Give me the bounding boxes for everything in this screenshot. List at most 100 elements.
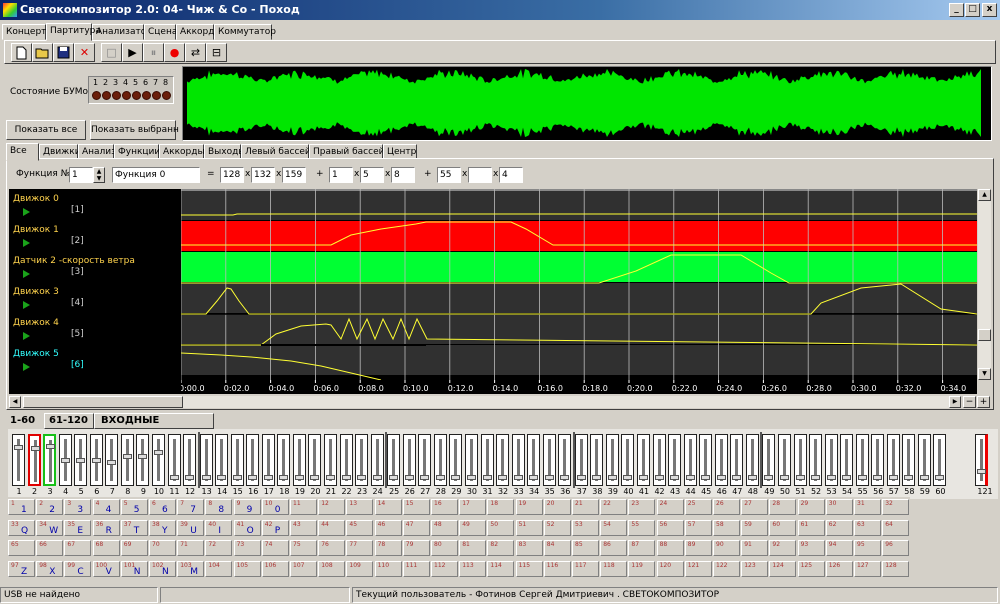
- fader-knob[interactable]: [716, 475, 726, 480]
- signal-key[interactable]: 34 W: [36, 519, 64, 536]
- signal-key[interactable]: 24: [656, 499, 684, 515]
- signal-key[interactable]: 65: [8, 540, 35, 556]
- signal-key[interactable]: 108: [318, 560, 346, 577]
- signal-key[interactable]: 36 R: [92, 519, 120, 536]
- signal-key[interactable]: 106: [261, 560, 289, 577]
- fader-knob[interactable]: [685, 475, 695, 480]
- fader-channel-49[interactable]: [762, 434, 776, 486]
- signal-key[interactable]: 10 0: [261, 499, 289, 515]
- fader-channel-24[interactable]: [370, 434, 384, 486]
- signal-key[interactable]: 103 M: [177, 560, 205, 577]
- save-icon[interactable]: [53, 43, 74, 62]
- fader-channel-54[interactable]: [840, 434, 854, 486]
- equalizer-icon[interactable]: ⊟: [206, 43, 227, 62]
- signal-key[interactable]: 82: [487, 540, 515, 556]
- fader-channel-39[interactable]: [605, 434, 619, 486]
- main-tab-1[interactable]: Партитура: [46, 23, 101, 41]
- motor-lane[interactable]: [181, 345, 977, 375]
- fader-knob[interactable]: [842, 475, 852, 480]
- signal-key[interactable]: 78: [374, 540, 402, 556]
- function-param-input[interactable]: 8: [391, 167, 415, 183]
- zoom-out-icon[interactable]: −: [963, 396, 976, 408]
- signal-key[interactable]: 33: [64, 499, 92, 515]
- fader-channel-50[interactable]: [777, 434, 791, 486]
- fader-knob[interactable]: [91, 458, 101, 463]
- scroll-down-arrow-icon[interactable]: ▼: [978, 368, 991, 380]
- fader-channel-35[interactable]: [542, 434, 556, 486]
- fader-channel-36[interactable]: [558, 434, 572, 486]
- motor-lane[interactable]: [181, 283, 977, 313]
- fader-channel-10[interactable]: [151, 434, 165, 486]
- motor-play-icon[interactable]: [23, 332, 30, 340]
- signal-key[interactable]: 73: [233, 540, 261, 556]
- signal-key[interactable]: 33 Q: [8, 519, 35, 536]
- close-button[interactable]: x: [982, 3, 997, 17]
- signal-key[interactable]: 20: [543, 499, 571, 515]
- show-selected-button[interactable]: Показать выбранн: [90, 120, 179, 140]
- signal-key[interactable]: 12: [318, 499, 346, 515]
- stop-icon[interactable]: □: [101, 43, 122, 62]
- show-all-button[interactable]: Показать все: [6, 120, 86, 140]
- fader-channel-59[interactable]: [917, 434, 931, 486]
- signal-key[interactable]: 64: [882, 519, 910, 536]
- zoom-in-icon[interactable]: +: [977, 396, 990, 408]
- signal-key[interactable]: 76: [318, 540, 346, 556]
- signal-key[interactable]: 27: [741, 499, 769, 515]
- signal-key[interactable]: 128: [882, 560, 910, 577]
- fader-channel-3[interactable]: [43, 434, 57, 486]
- signal-key[interactable]: 127: [854, 560, 881, 577]
- fader-channel-20[interactable]: [308, 434, 322, 486]
- fader-channel-44[interactable]: [683, 434, 697, 486]
- fader-knob[interactable]: [482, 475, 492, 480]
- fader-knob[interactable]: [919, 475, 929, 480]
- signal-key[interactable]: 53: [572, 519, 599, 536]
- fader-channel-27[interactable]: [418, 434, 432, 486]
- signal-key[interactable]: 62: [825, 519, 853, 536]
- signal-key[interactable]: 57: [684, 519, 712, 536]
- fader-channel-43[interactable]: [668, 434, 682, 486]
- fader-channel-45[interactable]: [699, 434, 713, 486]
- signal-key[interactable]: 126: [825, 560, 853, 577]
- vscroll-thumb[interactable]: [978, 329, 991, 341]
- fader-channel-2[interactable]: [27, 434, 41, 486]
- signal-key[interactable]: 94: [825, 540, 853, 556]
- signal-key[interactable]: 38 Y: [149, 519, 176, 536]
- motor-name[interactable]: Движок 1: [13, 225, 59, 235]
- waveform-view[interactable]: [182, 66, 992, 141]
- maximize-button[interactable]: □: [965, 3, 980, 17]
- fader-channel-23[interactable]: [355, 434, 369, 486]
- function-number-input[interactable]: 1: [69, 167, 93, 183]
- signal-key[interactable]: 98 X: [36, 560, 64, 577]
- signal-key[interactable]: 99: [233, 499, 261, 515]
- signal-key[interactable]: 35 E: [64, 519, 92, 536]
- signal-key[interactable]: 117: [572, 560, 599, 577]
- fader-channel-42[interactable]: [652, 434, 666, 486]
- fader-channel-33[interactable]: [511, 434, 525, 486]
- motor-name[interactable]: Датчик 2 -скорость ветра: [13, 256, 135, 266]
- motor-name[interactable]: Движок 4: [13, 318, 59, 328]
- signal-key[interactable]: 69: [120, 540, 148, 556]
- range-tab-1-60[interactable]: 1-60: [10, 415, 35, 426]
- signal-key[interactable]: 71: [177, 540, 205, 556]
- fader-knob[interactable]: [977, 469, 986, 474]
- signal-key[interactable]: 30: [825, 499, 853, 515]
- minimize-button[interactable]: _: [949, 3, 964, 17]
- fader-channel-26[interactable]: [402, 434, 416, 486]
- fader-channel-16[interactable]: [246, 434, 260, 486]
- signal-key[interactable]: 99 C: [64, 560, 92, 577]
- loop-icon[interactable]: ⇄: [185, 43, 206, 62]
- fader-knob[interactable]: [935, 475, 945, 480]
- signal-key[interactable]: 72: [205, 540, 233, 556]
- signal-key[interactable]: 50: [487, 519, 515, 536]
- fader-channel-19[interactable]: [292, 434, 306, 486]
- fader-knob[interactable]: [670, 475, 680, 480]
- fader-knob[interactable]: [279, 475, 289, 480]
- fader-channel-15[interactable]: [230, 434, 244, 486]
- motor-lane[interactable]: [181, 221, 977, 251]
- main-tab-5[interactable]: Коммутатор: [214, 24, 276, 40]
- signal-key[interactable]: 60: [769, 519, 797, 536]
- signal-key[interactable]: 97 Z: [8, 560, 35, 577]
- fader-knob[interactable]: [560, 475, 570, 480]
- open-folder-icon[interactable]: [32, 43, 53, 62]
- fader-channel-18[interactable]: [277, 434, 291, 486]
